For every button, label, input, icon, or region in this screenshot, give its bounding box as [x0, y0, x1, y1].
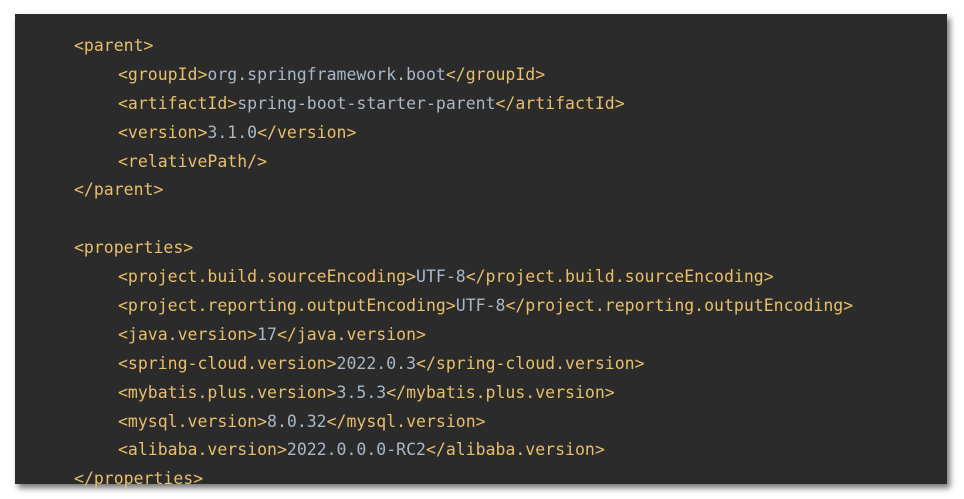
xml-open-tag: <version>: [118, 122, 208, 142]
xml-value: org.springframework.boot: [207, 64, 446, 84]
code-line[interactable]: <mybatis.plus.version>3.5.3</mybatis.plu…: [74, 379, 853, 408]
code-line[interactable]: [74, 205, 853, 234]
xml-value: 2022.0.3: [336, 353, 417, 373]
code-line[interactable]: <artifactId>spring-boot-starter-parent</…: [74, 90, 853, 119]
code-line[interactable]: <project.reporting.outputEncoding>UTF-8<…: [74, 292, 853, 321]
xml-value: 8.0.32: [267, 411, 327, 431]
xml-close-tag: </mysql.version>: [326, 411, 486, 431]
xml-value: 2022.0.0.0-RC2: [286, 440, 426, 460]
xml-open-tag: <artifactId>: [118, 93, 238, 113]
code-line[interactable]: <project.build.sourceEncoding>UTF-8</pro…: [74, 263, 853, 292]
xml-close-tag: </version>: [257, 122, 357, 142]
xml-open-tag: <spring-cloud.version>: [118, 353, 337, 373]
xml-open-tag: <properties>: [74, 238, 194, 258]
xml-open-tag: <mysql.version>: [118, 411, 268, 431]
code-line[interactable]: <mysql.version>8.0.32</mysql.version>: [74, 408, 853, 437]
code-block[interactable]: <parent> <groupId>org.springframework.boo…: [74, 32, 853, 494]
code-line[interactable]: <alibaba.version>2022.0.0.0-RC2</alibaba…: [74, 436, 853, 465]
xml-open-tag: </parent>: [74, 180, 164, 200]
xml-close-tag: </project.build.sourceEncoding>: [465, 267, 774, 287]
xml-value: 17: [257, 324, 277, 344]
xml-value: UTF-8: [416, 267, 466, 287]
xml-close-tag: </spring-cloud.version>: [416, 353, 645, 373]
xml-open-tag: <project.build.sourceEncoding>: [118, 267, 417, 287]
xml-close-tag: </groupId>: [445, 64, 546, 84]
xml-close-tag: </project.reporting.outputEncoding>: [505, 296, 854, 316]
xml-open-tag: <mybatis.plus.version>: [118, 382, 337, 402]
xml-value: 3.5.3: [336, 382, 387, 402]
xml-value: UTF-8: [455, 296, 506, 316]
code-line[interactable]: <parent>: [74, 32, 853, 61]
xml-close-tag: </java.version>: [276, 324, 426, 344]
code-line[interactable]: <spring-cloud.version>2022.0.3</spring-c…: [74, 350, 853, 379]
code-line[interactable]: <relativePath/>: [74, 148, 853, 177]
xml-open-tag: <parent>: [74, 36, 154, 55]
xml-open-tag: <java.version>: [118, 324, 258, 344]
code-line[interactable]: <groupId>org.springframework.boot</group…: [74, 61, 853, 90]
xml-open-tag: <alibaba.version>: [118, 440, 287, 460]
code-line[interactable]: </parent>: [74, 176, 853, 205]
xml-value: 3.1.0: [207, 122, 258, 142]
xml-close-tag: </mybatis.plus.version>: [386, 382, 615, 402]
xml-value: spring-boot-starter-parent: [237, 93, 496, 113]
code-line[interactable]: </properties>: [74, 465, 853, 494]
xml-open-tag: <project.reporting.outputEncoding>: [118, 296, 456, 316]
xml-close-tag: </alibaba.version>: [425, 440, 605, 460]
code-editor-panel[interactable]: <parent> <groupId>org.springframework.boo…: [15, 14, 947, 488]
xml-open-tag: <relativePath/>: [118, 151, 268, 171]
code-line[interactable]: <version>3.1.0</version>: [74, 119, 853, 148]
code-line[interactable]: <java.version>17</java.version>: [74, 321, 853, 350]
code-line[interactable]: <properties>: [74, 234, 853, 263]
xml-open-tag: </properties>: [74, 469, 204, 489]
xml-close-tag: </artifactId>: [495, 93, 625, 113]
xml-open-tag: <groupId>: [118, 64, 208, 84]
